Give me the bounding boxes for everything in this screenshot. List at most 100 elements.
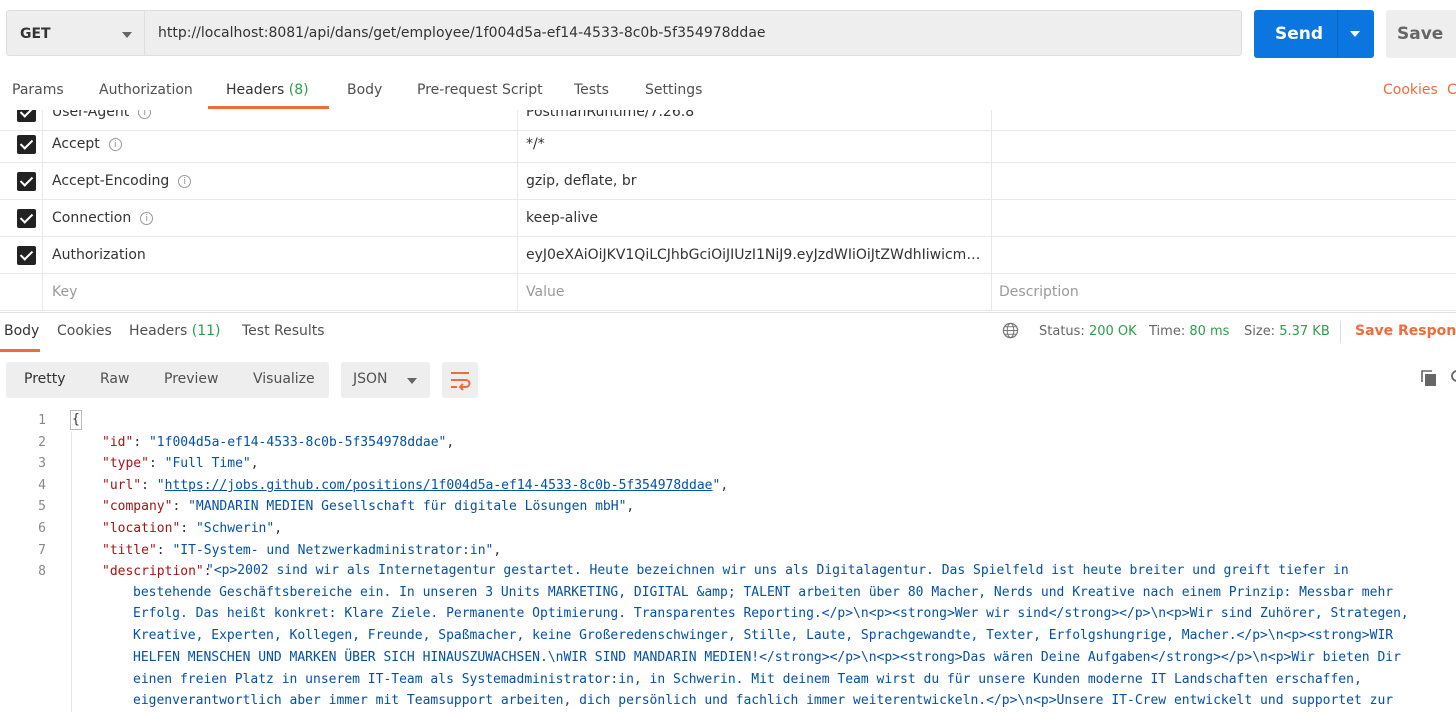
tab-tests[interactable]: Tests xyxy=(574,82,609,98)
tab-headers-label: Headers xyxy=(226,82,285,98)
checkbox-icon[interactable] xyxy=(17,110,36,122)
tab-response-body[interactable]: Body xyxy=(4,323,39,339)
time-readout: Time: 80 ms xyxy=(1149,324,1229,339)
json-value: "MANDARIN MEDIEN Gesellschaft für digita… xyxy=(188,499,627,514)
send-divider xyxy=(1337,10,1338,58)
headers-table: User-Agent i PostmanRuntime/7.26.8 Accept… xyxy=(0,110,1456,311)
header-key: Accept-Encoding i xyxy=(52,173,192,189)
visualize-button[interactable]: Visualize xyxy=(253,371,315,387)
column-divider xyxy=(991,163,992,200)
format-select[interactable]: JSON xyxy=(341,362,430,398)
method-label: GET xyxy=(20,26,51,42)
caret-down-icon xyxy=(407,378,417,384)
send-button[interactable]: Send xyxy=(1254,10,1374,58)
send-options-caret-icon[interactable] xyxy=(1350,31,1360,37)
column-divider xyxy=(517,200,518,237)
save-response-button[interactable]: Save Response xyxy=(1355,323,1456,339)
size-value: 5.37 KB xyxy=(1279,324,1330,339)
status-value: 200 OK xyxy=(1088,324,1137,339)
tab-headers[interactable]: Headers (8) xyxy=(226,82,309,98)
line-number: 8 xyxy=(38,564,46,579)
save-label: Save xyxy=(1397,24,1444,44)
json-url-link[interactable]: https://jobs.github.com/positions/1f004d… xyxy=(165,478,713,493)
info-icon[interactable]: i xyxy=(178,175,192,188)
time-label: Time: xyxy=(1149,324,1186,339)
tab-pre-request-script[interactable]: Pre-request Script xyxy=(417,82,543,98)
save-button[interactable]: Save xyxy=(1386,10,1456,58)
info-icon[interactable]: i xyxy=(140,212,154,225)
new-key-input[interactable]: Key xyxy=(52,284,77,300)
header-value[interactable]: PostmanRuntime/7.26.8 xyxy=(526,110,982,120)
response-body-editor[interactable]: 1 2 3 4 5 6 7 8 { "id": "1f004d5a-ef14-4… xyxy=(0,410,1456,712)
column-divider xyxy=(42,126,43,163)
response-tabs: Body Cookies Headers (11) Test Results S… xyxy=(0,312,1456,352)
send-label: Send xyxy=(1275,24,1324,44)
search-icon[interactable] xyxy=(1450,369,1456,387)
tab-response-headers-label: Headers xyxy=(129,323,188,339)
info-icon[interactable]: i xyxy=(138,110,152,119)
tab-body[interactable]: Body xyxy=(347,82,382,98)
header-value[interactable]: eyJ0eXAiOiJKV1QiLCJhbGciOiJIUzI1NiJ9.eyJ… xyxy=(526,247,982,263)
new-value-input[interactable]: Value xyxy=(526,284,982,300)
header-key-text: Accept xyxy=(52,136,100,152)
header-key-text: Accept-Encoding xyxy=(52,173,170,189)
json-value: "Schwerin" xyxy=(195,521,275,536)
json-description-value: "<p>2002 sind wir als Internetagentur ge… xyxy=(133,563,1409,709)
tab-test-results[interactable]: Test Results xyxy=(242,323,325,339)
status-label: Status: xyxy=(1039,324,1085,339)
header-value[interactable]: gzip, deflate, br xyxy=(526,173,982,189)
header-row: Accept-Encoding i gzip, deflate, br xyxy=(0,163,1456,200)
json-key: "type" xyxy=(102,456,149,471)
size-label: Size: xyxy=(1244,324,1276,339)
cookies-link[interactable]: Cookies xyxy=(1383,82,1438,98)
checkbox-icon[interactable] xyxy=(17,246,36,265)
tab-response-cookies[interactable]: Cookies xyxy=(57,323,112,339)
tab-authorization[interactable]: Authorization xyxy=(99,82,193,98)
new-description-input[interactable]: Description xyxy=(999,284,1079,300)
copy-icon[interactable] xyxy=(1420,369,1438,387)
checkbox-icon[interactable] xyxy=(17,172,36,191)
line-number: 4 xyxy=(38,478,46,493)
url-input[interactable]: http://localhost:8081/api/dans/get/emplo… xyxy=(144,10,1242,56)
caret-down-icon xyxy=(122,32,132,38)
column-divider xyxy=(517,126,518,163)
json-value: " xyxy=(156,478,165,493)
pretty-button[interactable]: Pretty xyxy=(24,371,66,387)
column-divider xyxy=(991,274,992,311)
json-line-title: "title": "IT-System- und Netzwerkadminis… xyxy=(102,543,502,558)
active-response-tab-indicator xyxy=(0,349,40,352)
wrap-lines-button[interactable] xyxy=(442,362,478,398)
headers-count-badge: (8) xyxy=(288,82,309,98)
header-row: Connection i keep-alive xyxy=(0,200,1456,237)
header-row-new: Key Value Description xyxy=(0,274,1456,311)
method-select[interactable]: GET xyxy=(6,10,144,56)
status-readout: Status: 200 OK xyxy=(1039,324,1137,339)
raw-button[interactable]: Raw xyxy=(100,371,129,387)
code-link[interactable]: C xyxy=(1447,82,1456,98)
column-divider xyxy=(991,200,992,237)
divider xyxy=(1340,321,1341,343)
preview-button[interactable]: Preview xyxy=(164,371,219,387)
header-key-text: Connection xyxy=(52,210,132,226)
tab-settings[interactable]: Settings xyxy=(645,82,702,98)
json-line-type: "type": "Full Time", xyxy=(102,456,259,471)
json-line-url: "url": "https://jobs.github.com/position… xyxy=(102,478,729,493)
tab-response-headers[interactable]: Headers (11) xyxy=(129,323,220,339)
header-value[interactable]: keep-alive xyxy=(526,210,982,226)
line-number: 2 xyxy=(38,435,46,450)
checkbox-icon[interactable] xyxy=(17,135,36,154)
view-mode-group: Pretty Raw Preview Visualize xyxy=(6,362,329,398)
json-key: "id" xyxy=(102,435,134,450)
active-tab-indicator xyxy=(208,106,329,109)
info-icon[interactable]: i xyxy=(108,138,122,151)
header-value[interactable]: */* xyxy=(526,136,982,152)
checkbox-icon[interactable] xyxy=(17,209,36,228)
tab-params[interactable]: Params xyxy=(12,82,64,98)
header-row: Authorization eyJ0eXAiOiJKV1QiLCJhbGciOi… xyxy=(0,237,1456,274)
globe-icon[interactable] xyxy=(1002,322,1019,339)
line-number: 1 xyxy=(38,413,46,428)
json-line-company: "company": "MANDARIN MEDIEN Gesellschaft… xyxy=(102,499,635,514)
indent-guide xyxy=(71,432,72,712)
request-bar: GET http://localhost:8081/api/dans/get/e… xyxy=(0,0,1456,70)
column-divider xyxy=(42,163,43,200)
